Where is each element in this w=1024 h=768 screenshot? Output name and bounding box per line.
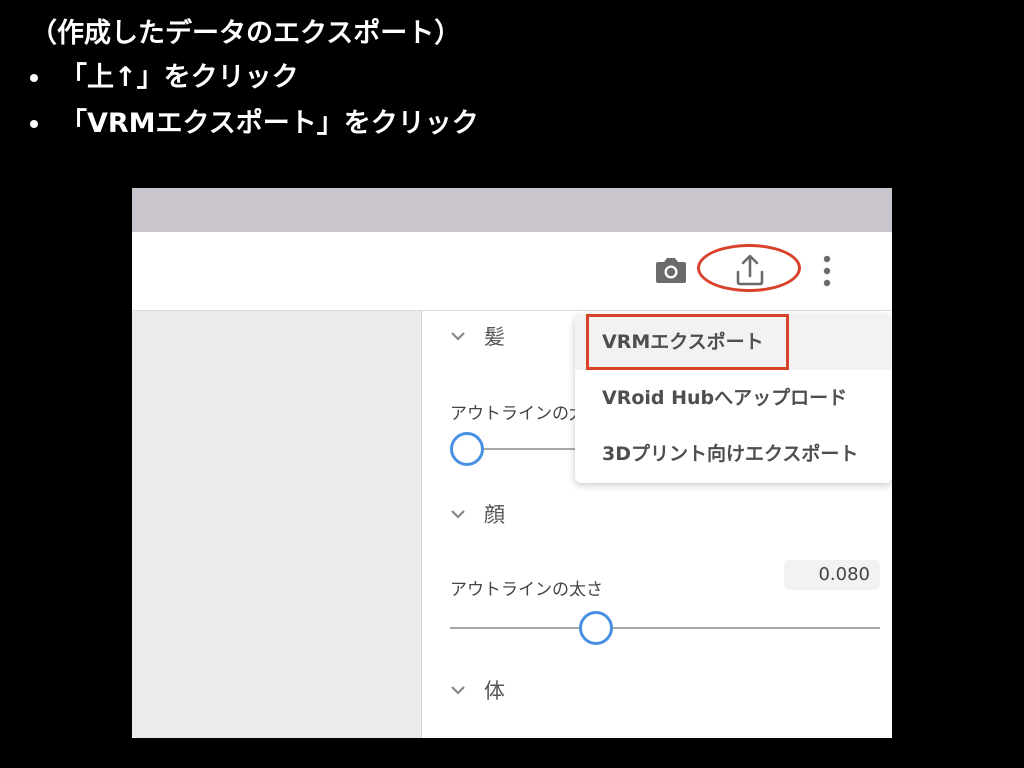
slider-track[interactable] [450,627,880,629]
slide-bullets: 「上↑」をクリック 「VRMエクスポート」をクリック [30,62,479,154]
menu-item-vroid-hub-upload[interactable]: VRoid Hubへアップロード [575,371,892,426]
menu-item-3d-print-export[interactable]: 3Dプリント向けエクスポート [575,427,892,482]
export-highlight-ellipse [697,244,801,292]
chevron-down-icon [451,510,465,519]
window-title-bar [132,188,892,232]
bullet-text: 「上↑」をクリック [60,62,299,93]
bullet-item: 「上↑」をクリック [30,62,479,94]
section-label: 顔 [484,503,505,527]
property-label: アウトラインの太さ [450,580,603,600]
slide-title: （作成したデータのエクスポート） [30,18,462,49]
vrm-export-highlight [586,314,789,370]
chevron-down-icon [451,332,465,341]
bullet-item: 「VRMエクスポート」をクリック [30,108,479,140]
chevron-down-icon [451,686,465,695]
toolbar [132,232,892,311]
section-header-body[interactable]: 体 [450,675,505,705]
bullet-dot [30,120,38,128]
slider-thumb[interactable] [450,432,484,466]
section-header-hair[interactable]: 髪 [450,321,505,351]
section-label: 髪 [484,325,505,349]
app-screenshot: 髪 アウトラインの太さ 顔 アウトラインの太さ 0.080 体 VRMエクスポー… [132,188,892,738]
viewport-pane [132,311,422,738]
more-vert-icon[interactable] [820,254,834,288]
camera-icon[interactable] [654,254,688,286]
section-header-face[interactable]: 顔 [450,499,505,529]
value-field[interactable]: 0.080 [784,560,880,590]
section-label: 体 [484,679,505,703]
slider-thumb[interactable] [579,611,614,645]
bullet-text: 「VRMエクスポート」をクリック [60,108,479,139]
bullet-dot [30,74,38,82]
